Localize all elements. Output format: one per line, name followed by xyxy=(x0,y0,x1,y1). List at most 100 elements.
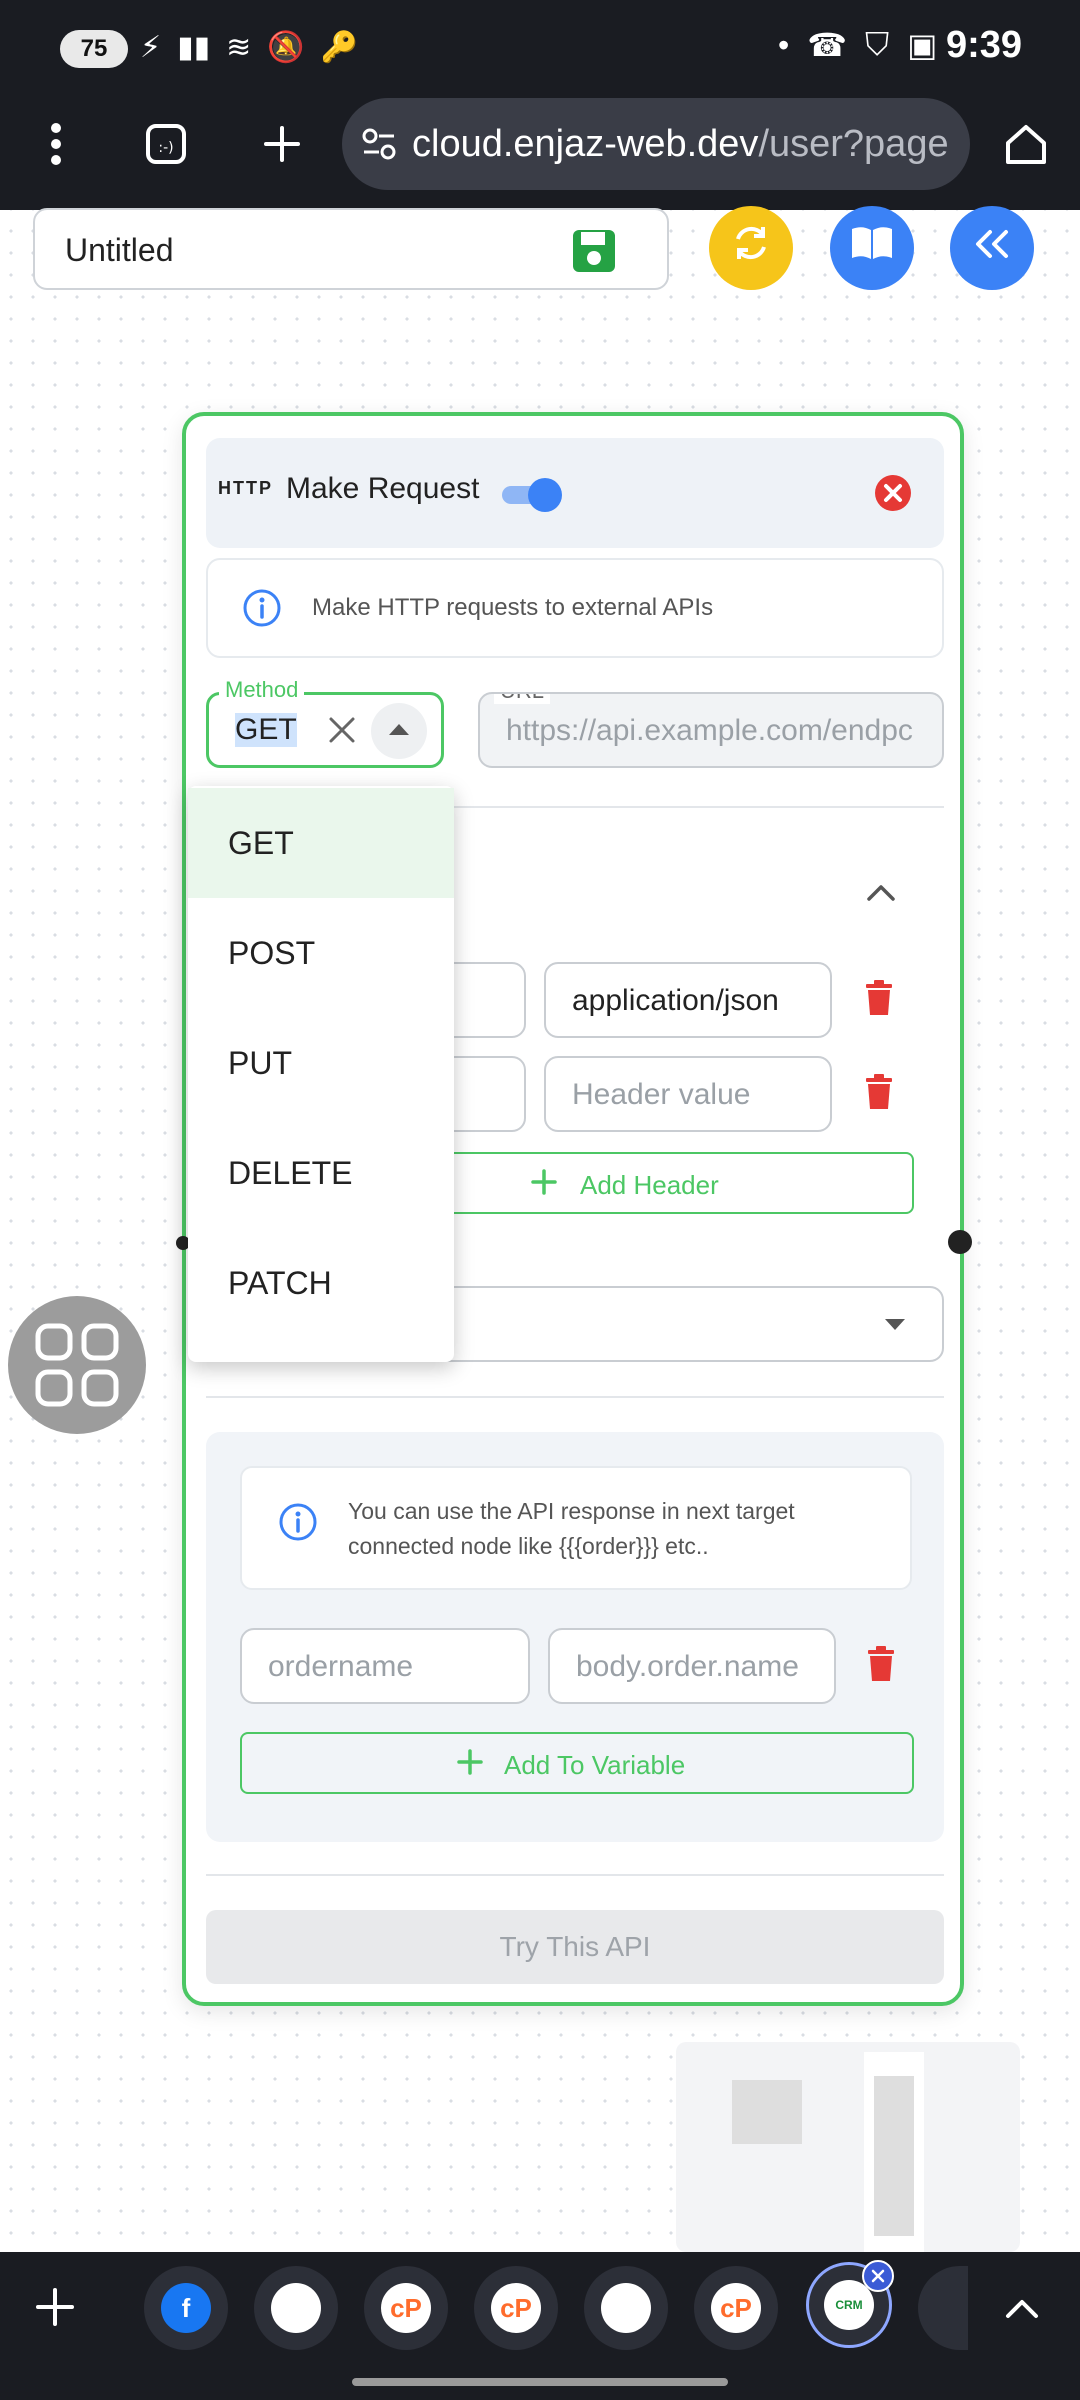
tab-switcher-icon[interactable]: :-) xyxy=(136,114,196,174)
response-variables-panel: You can use the API response in next tar… xyxy=(206,1432,944,1842)
cpanel-icon: cP xyxy=(491,2283,541,2333)
book-icon xyxy=(849,223,895,273)
variable-path-placeholder: body.order.name xyxy=(576,1650,799,1683)
add-variable-button[interactable]: Add To Variable xyxy=(240,1732,914,1794)
charging-icon: ⚡ xyxy=(140,31,162,64)
method-option-patch[interactable]: PATCH xyxy=(188,1228,454,1338)
cpanel-icon: cP xyxy=(381,2283,431,2333)
method-dropdown-toggle[interactable] xyxy=(371,703,427,759)
close-tab-icon[interactable] xyxy=(862,2260,894,2292)
battery-level: 75 xyxy=(80,35,108,62)
info-icon xyxy=(242,588,282,633)
double-chevron-left-icon xyxy=(972,224,1012,272)
tab-blank[interactable] xyxy=(254,2266,338,2350)
wifi-icon: ≋ xyxy=(226,31,252,64)
node-enable-toggle[interactable] xyxy=(502,476,564,512)
try-api-button[interactable]: Try This API xyxy=(206,1910,944,1984)
site-settings-icon[interactable] xyxy=(360,125,398,163)
header-value-placeholder: Header value xyxy=(572,1078,751,1111)
caret-up-icon xyxy=(388,722,410,741)
delete-header-icon[interactable] xyxy=(864,1074,894,1115)
divider xyxy=(206,1874,944,1876)
home-icon[interactable] xyxy=(996,114,1056,174)
cpanel-icon: cP xyxy=(711,2283,761,2333)
floating-app-grid-button[interactable] xyxy=(8,1296,146,1434)
method-option-post[interactable]: POST xyxy=(188,898,454,1008)
save-icon[interactable] xyxy=(571,228,617,279)
whatsapp-icon: ☎ xyxy=(807,27,848,63)
caret-down-icon xyxy=(884,1318,906,1337)
new-tab-icon[interactable] xyxy=(252,114,312,174)
delete-variable-icon[interactable] xyxy=(866,1646,896,1687)
tab-facebook[interactable]: f xyxy=(144,2266,228,2350)
output-handle[interactable] xyxy=(948,1230,972,1254)
method-option-delete[interactable]: DELETE xyxy=(188,1118,454,1228)
new-tab-icon[interactable] xyxy=(34,2286,76,2333)
header-value-input[interactable]: Header value xyxy=(544,1056,832,1132)
divider xyxy=(206,1396,944,1398)
close-node-icon[interactable] xyxy=(874,474,912,517)
grid-icon xyxy=(34,1322,120,1413)
url-input[interactable]: URL https://api.example.com/endpc xyxy=(478,692,944,768)
add-variable-label: Add To Variable xyxy=(504,1750,686,1780)
tab-cpanel[interactable]: cP xyxy=(474,2266,558,2350)
clear-method-icon[interactable] xyxy=(327,715,357,750)
plus-icon xyxy=(456,1748,484,1781)
node-info-box: Make HTTP requests to external APIs xyxy=(206,558,944,658)
minimap-node xyxy=(874,2076,914,2236)
collapse-panel-button[interactable] xyxy=(950,206,1034,290)
mute-icon: 🔕 xyxy=(267,31,305,64)
url-host: cloud.enjaz-web.dev xyxy=(412,122,759,165)
minimap[interactable] xyxy=(676,2042,1020,2252)
method-label: Method xyxy=(219,677,305,703)
blank-site-icon xyxy=(601,2283,651,2333)
delete-header-icon[interactable] xyxy=(864,980,894,1021)
tab-cpanel[interactable]: cP xyxy=(364,2266,448,2350)
variable-path-input[interactable]: body.order.name xyxy=(548,1628,836,1704)
screenshot-icon: ▣ xyxy=(907,27,938,63)
workflow-title-field[interactable]: Untitled xyxy=(33,208,669,290)
method-dropdown-menu: GET POST PUT DELETE PATCH xyxy=(188,786,454,1362)
signal-icon: ▮▮ xyxy=(177,31,211,64)
collapse-headers-icon[interactable] xyxy=(866,882,896,907)
clock: 9:39 xyxy=(946,24,1023,66)
variable-name-input[interactable]: ordername xyxy=(240,1628,530,1704)
menu-icon[interactable] xyxy=(26,114,86,174)
minimap-node xyxy=(732,2080,802,2144)
battery-indicator: 75 xyxy=(60,30,128,68)
header-value-input[interactable]: application/json xyxy=(544,962,832,1038)
node-title: Make Request xyxy=(286,472,480,505)
tab-blank[interactable] xyxy=(584,2266,668,2350)
vpn-key-icon: 🔑 xyxy=(320,31,358,64)
add-header-label: Add Header xyxy=(580,1170,719,1200)
info-icon xyxy=(278,1502,318,1547)
method-value: GET xyxy=(235,713,297,747)
response-info-text: You can use the API response in next tar… xyxy=(348,1498,795,1559)
address-bar[interactable]: cloud.enjaz-web.dev/user?page xyxy=(342,98,970,190)
plus-icon xyxy=(530,1168,558,1201)
method-option-put[interactable]: PUT xyxy=(188,1008,454,1118)
url-label: URL xyxy=(494,694,551,704)
status-icons-right: • ☎ ⛉ ▣ xyxy=(778,26,937,64)
facebook-icon: f xyxy=(161,2283,211,2333)
svg-text::-): :-) xyxy=(158,140,173,156)
http-badge: HTTP xyxy=(218,478,273,498)
response-info-box: You can use the API response in next tar… xyxy=(240,1466,912,1590)
node-info-text: Make HTTP requests to external APIs xyxy=(312,594,714,621)
url-path: /user?page xyxy=(758,122,949,165)
tab-cpanel[interactable]: cP xyxy=(694,2266,778,2350)
node-header: HTTP Make Request xyxy=(206,438,944,548)
refresh-icon xyxy=(729,221,773,275)
url-placeholder: https://api.example.com/endpc xyxy=(506,714,913,747)
shield-icon: ⛉ xyxy=(865,26,890,62)
docs-button[interactable] xyxy=(830,206,914,290)
header-value: application/json xyxy=(572,984,779,1017)
variable-name-placeholder: ordername xyxy=(268,1650,414,1683)
gesture-bar xyxy=(352,2378,728,2386)
method-option-get[interactable]: GET xyxy=(188,788,454,898)
notification-dot-icon: • xyxy=(778,26,790,63)
chevron-up-icon[interactable] xyxy=(1004,2296,1040,2325)
status-icons-left: ⚡ ▮▮ ≋ 🔕 🔑 xyxy=(140,30,358,65)
refresh-button[interactable] xyxy=(709,206,793,290)
method-select[interactable]: Method GET xyxy=(206,677,444,768)
